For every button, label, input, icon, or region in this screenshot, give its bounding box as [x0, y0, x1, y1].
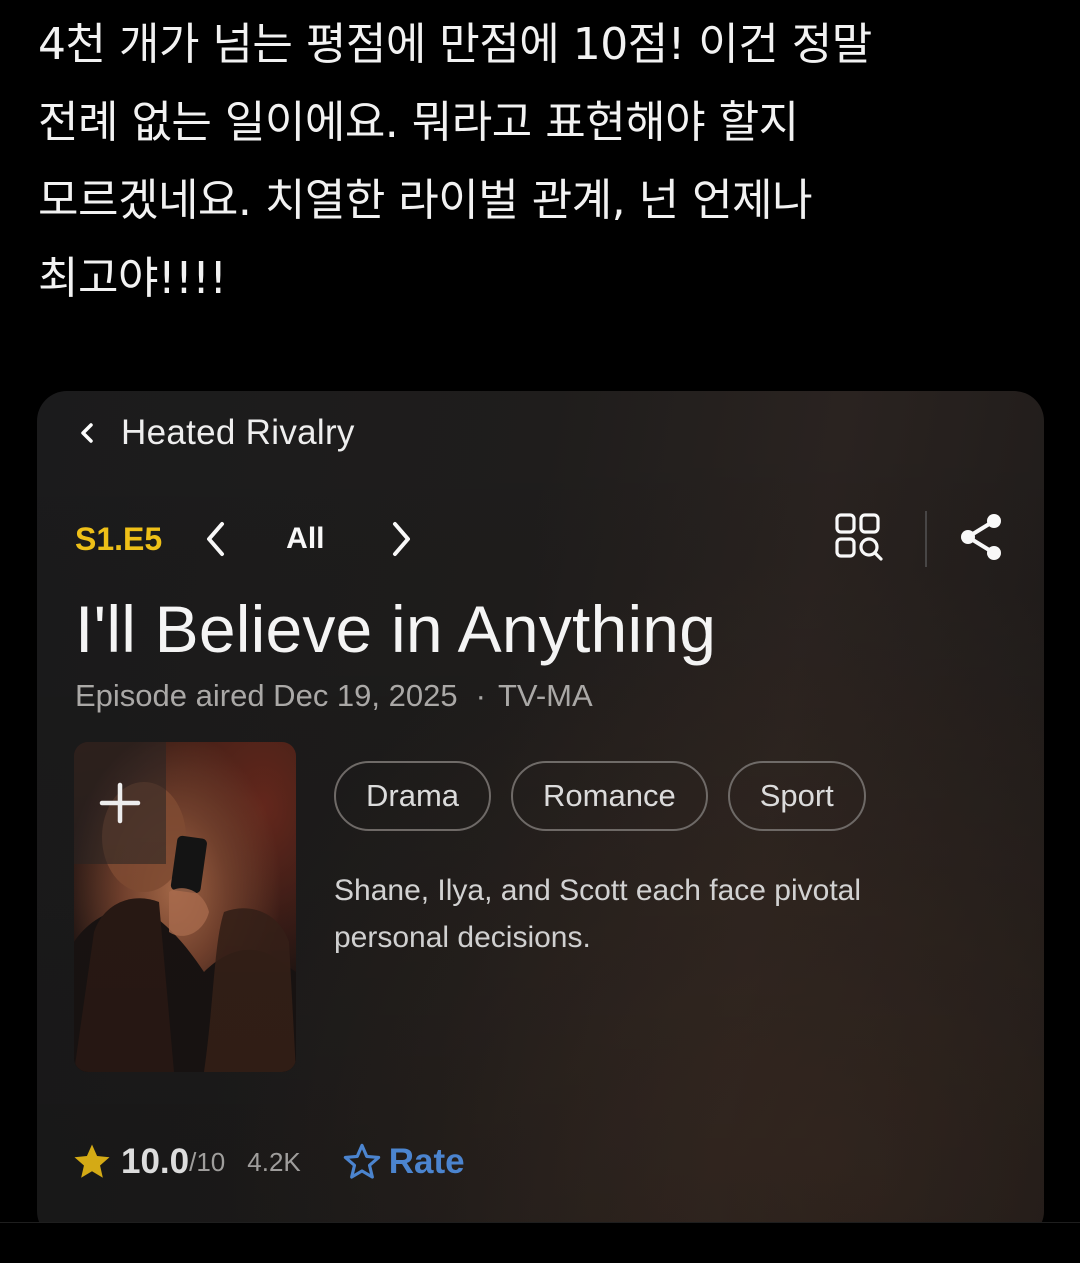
genre-chip-romance[interactable]: Romance [511, 761, 708, 831]
grid-search-icon[interactable] [833, 511, 885, 567]
bottom-bar [0, 1222, 1080, 1263]
star-filled-icon [74, 1144, 110, 1178]
episode-code: S1.E5 [75, 520, 163, 557]
episode-meta: Episode aired Dec 19, 2025 · TV-MA [75, 678, 593, 714]
episode-poster[interactable] [74, 742, 296, 1072]
post-text: 4천 개가 넘는 평점에 만점에 10점! 이건 정말 전례 없는 일이에요. … [38, 19, 872, 304]
rating-row: 10.0/10 4.2K Rate [71, 1139, 465, 1185]
all-episodes-link[interactable]: All [286, 522, 324, 556]
share-icon[interactable] [959, 512, 1005, 566]
chevron-left-icon[interactable] [77, 411, 103, 455]
back-navigation[interactable]: Heated Rivalry [77, 411, 355, 455]
add-to-watchlist-button[interactable] [74, 742, 166, 864]
episode-navigation: S1.E5 All [75, 511, 1005, 567]
next-episode-button[interactable] [381, 511, 421, 567]
plus-icon [99, 782, 141, 824]
rating-count: 4.2K [247, 1146, 301, 1177]
episode-card: Heated Rivalry S1.E5 All I'll Believe in… [37, 391, 1044, 1241]
meta-separator: · [475, 678, 486, 713]
chevron-right-icon [392, 522, 410, 556]
genre-chip-sport[interactable]: Sport [727, 761, 866, 831]
show-title[interactable]: Heated Rivalry [121, 413, 355, 453]
content-rating: TV-MA [497, 678, 593, 713]
rate-label: Rate [388, 1142, 465, 1181]
genre-chips: Drama Romance Sport [334, 761, 886, 831]
aired-date: Episode aired Dec 19, 2025 [75, 678, 458, 713]
genre-chip-drama[interactable]: Drama [334, 761, 492, 831]
chevron-left-icon [207, 522, 225, 556]
rate-button[interactable]: Rate [341, 1141, 465, 1183]
episode-title: I'll Believe in Anything [75, 592, 717, 666]
star-outline-icon [343, 1143, 380, 1179]
previous-episode-button[interactable] [196, 511, 236, 567]
rating-scale: /10 [189, 1146, 226, 1177]
action-divider [925, 511, 927, 567]
rating-score: 10.0 [121, 1142, 190, 1181]
episode-description: Shane, Ilya, and Scott each face pivotal… [334, 874, 862, 954]
episode-actions [833, 511, 1005, 567]
